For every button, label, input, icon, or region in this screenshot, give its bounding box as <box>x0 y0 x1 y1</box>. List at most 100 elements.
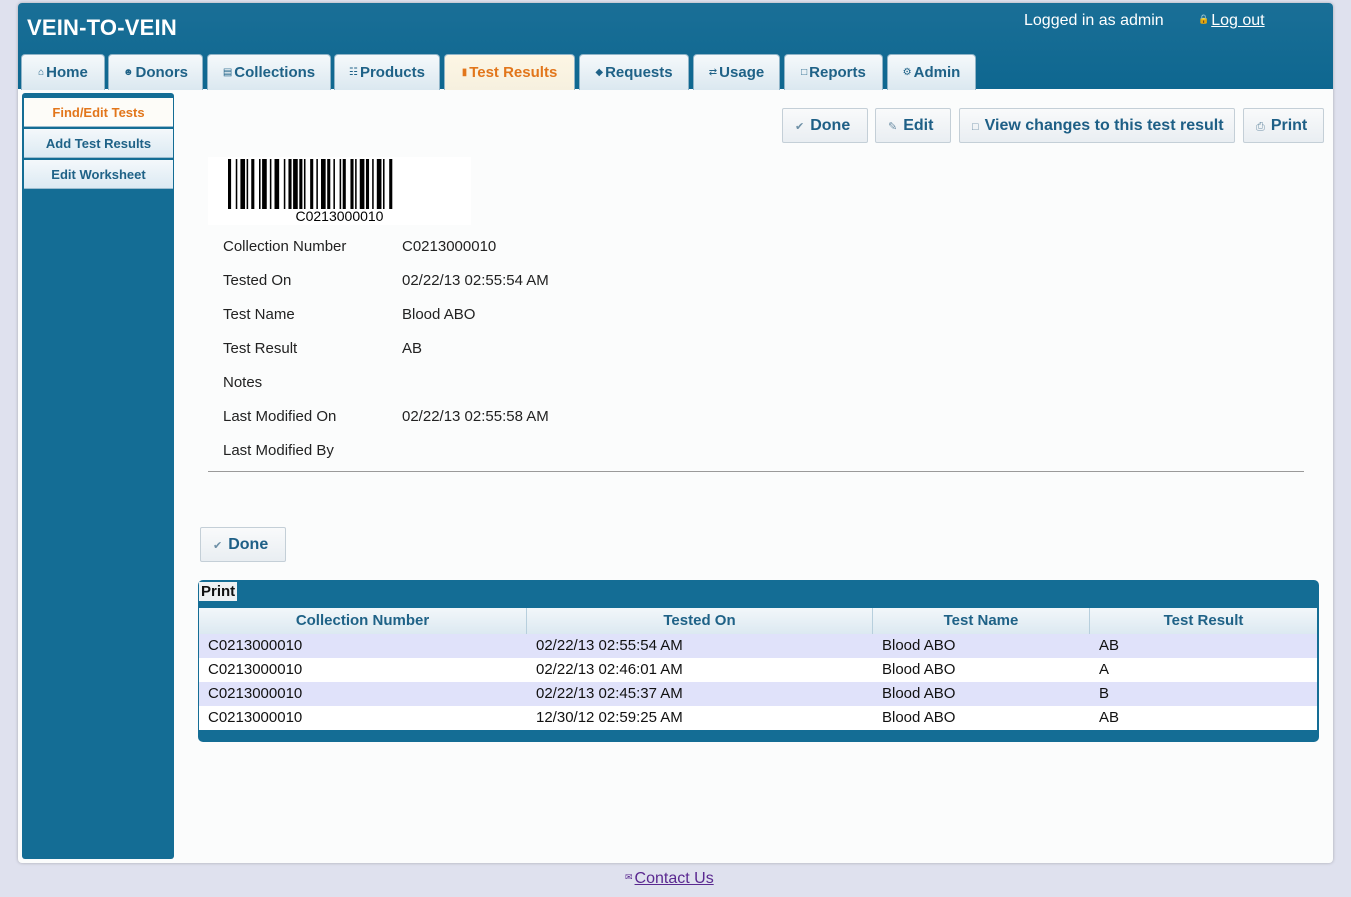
test-result-label: Test Result <box>223 340 298 357</box>
cell-tested-on: 02/22/13 02:46:01 AM <box>536 661 683 678</box>
cell-test-name: Blood ABO <box>882 637 956 654</box>
column-header-test-result[interactable]: Test Result <box>1090 608 1317 634</box>
gear-icon: ⚙ <box>902 67 912 78</box>
divider <box>208 471 1304 472</box>
cell-test-result: A <box>1099 661 1110 678</box>
sidebar: Find/Edit Tests Add Test Results Edit Wo… <box>22 93 174 859</box>
barcode-text: C0213000010 <box>295 208 384 224</box>
home-icon: ⌂ <box>38 67 45 78</box>
contact-us-link[interactable]: ✉ Contact Us <box>625 870 714 888</box>
lock-icon: 🔒 <box>1198 14 1210 24</box>
column-header-test-name[interactable]: Test Name <box>873 608 1090 634</box>
logout-link[interactable]: 🔒 Log out <box>1198 12 1265 30</box>
sidebar-item-find-edit-tests[interactable]: Find/Edit Tests <box>24 98 173 127</box>
tab-usage[interactable]: ⇄ Usage <box>693 54 780 90</box>
tab-collections[interactable]: ▤ Collections <box>207 54 331 90</box>
sidebar-item-edit-worksheet[interactable]: Edit Worksheet <box>24 160 173 189</box>
cell-test-name: Blood ABO <box>882 685 956 702</box>
table-print-button[interactable]: Print <box>199 582 238 601</box>
printer-icon: ⎙ <box>1256 121 1265 133</box>
tag-icon: ◆ <box>595 67 604 78</box>
logout-label[interactable]: Log out <box>1211 12 1264 29</box>
barcode: C0213000010 <box>208 157 471 225</box>
cell-test-name: Blood ABO <box>882 709 956 726</box>
tab-requests[interactable]: ◆ Requests <box>579 54 689 90</box>
done-button[interactable]: ✔ Done <box>782 108 868 143</box>
checkmark-icon: ✔ <box>213 540 223 552</box>
tab-products-label: Products <box>359 64 425 81</box>
tab-donors[interactable]: ☻ Donors <box>108 54 203 90</box>
cell-collection-number: C0213000010 <box>208 637 303 654</box>
test-name-value: Blood ABO <box>402 306 476 323</box>
tab-test-results-label: Test Results <box>469 64 558 81</box>
test-tube-icon: ▮ <box>461 67 468 78</box>
cell-test-result: B <box>1099 685 1110 702</box>
done-button-label: Done <box>810 117 851 134</box>
tab-donors-label: Donors <box>135 64 189 81</box>
checkmark-icon: ✔ <box>795 121 805 133</box>
cart-icon: ☷ <box>349 67 358 78</box>
tab-admin[interactable]: ⚙ Admin <box>887 54 976 90</box>
bottom-done-button[interactable]: ✔ Done <box>200 527 286 562</box>
test-result-value: AB <box>402 340 423 357</box>
envelope-icon: ✉ <box>625 872 633 882</box>
bottom-done-button-label: Done <box>228 536 269 553</box>
sidebar-item-label: Edit Worksheet <box>51 167 146 182</box>
tab-home[interactable]: ⌂ Home <box>21 54 105 90</box>
collection-number-value: C0213000010 <box>402 238 497 255</box>
view-changes-button-label: View changes to this test result <box>984 117 1224 134</box>
database-icon: ▤ <box>222 67 233 78</box>
tab-usage-label: Usage <box>719 64 765 81</box>
cell-collection-number: C0213000010 <box>208 709 303 726</box>
cell-test-result: AB <box>1099 709 1120 726</box>
print-button[interactable]: ⎙ Print <box>1243 108 1324 143</box>
tested-on-value: 02/22/13 02:55:54 AM <box>402 272 549 289</box>
last-modified-on-value: 02/22/13 02:55:58 AM <box>402 408 549 425</box>
last-modified-by-label: Last Modified By <box>223 442 334 459</box>
sidebar-item-add-test-results[interactable]: Add Test Results <box>24 129 173 158</box>
view-changes-button[interactable]: □ View changes to this test result <box>959 108 1235 143</box>
test-name-label: Test Name <box>223 306 295 323</box>
tab-products[interactable]: ☷ Products <box>334 54 440 90</box>
tab-admin-label: Admin <box>913 64 961 81</box>
tested-on-label: Tested On <box>223 272 292 289</box>
cell-collection-number: C0213000010 <box>208 685 303 702</box>
barcode-bars <box>228 159 393 209</box>
cell-tested-on: 02/22/13 02:55:54 AM <box>536 637 683 654</box>
results-table: Print Collection Number Tested On Test N… <box>198 580 1319 742</box>
contact-us-label[interactable]: Contact Us <box>635 870 714 887</box>
tab-requests-label: Requests <box>605 64 673 81</box>
sidebar-item-label: Add Test Results <box>45 136 152 151</box>
table-row[interactable]: C0213000010 02/22/13 02:45:37 AM Blood A… <box>199 682 1317 706</box>
cell-test-result: AB <box>1099 637 1120 654</box>
document-icon: □ <box>972 121 979 133</box>
collection-number-label: Collection Number <box>223 238 347 255</box>
table-row[interactable]: C0213000010 02/22/13 02:55:54 AM Blood A… <box>199 634 1317 658</box>
cell-tested-on: 12/30/12 02:59:25 AM <box>536 709 683 726</box>
tab-home-label: Home <box>46 64 88 81</box>
tab-reports[interactable]: □ Reports <box>784 54 883 90</box>
app-title: VEIN-TO-VEIN <box>27 15 177 40</box>
tab-reports-label: Reports <box>809 64 866 81</box>
tab-test-results[interactable]: ▮ Test Results <box>444 54 575 90</box>
pencil-icon: ✎ <box>888 121 898 133</box>
header-bar: VEIN-TO-VEIN Logged in as admin 🔒 Log out… <box>18 3 1333 90</box>
sidebar-item-label: Find/Edit Tests <box>52 105 145 120</box>
column-header-collection-number[interactable]: Collection Number <box>199 608 527 634</box>
edit-button[interactable]: ✎ Edit <box>875 108 951 143</box>
swap-arrows-icon: ⇄ <box>708 67 718 78</box>
tab-collections-label: Collections <box>234 64 316 81</box>
user-icon: ☻ <box>122 67 134 78</box>
column-header-tested-on[interactable]: Tested On <box>527 608 873 634</box>
notes-label: Notes <box>223 374 263 391</box>
table-row[interactable]: C0213000010 02/22/13 02:46:01 AM Blood A… <box>199 658 1317 682</box>
cell-test-name: Blood ABO <box>882 661 956 678</box>
cell-collection-number: C0213000010 <box>208 661 303 678</box>
cell-tested-on: 02/22/13 02:45:37 AM <box>536 685 683 702</box>
login-status: Logged in as admin <box>1024 12 1164 29</box>
edit-button-label: Edit <box>903 117 934 134</box>
print-button-label: Print <box>1270 117 1308 134</box>
table-row[interactable]: C0213000010 12/30/12 02:59:25 AM Blood A… <box>199 706 1317 730</box>
clipboard-icon: □ <box>801 67 808 78</box>
last-modified-on-label: Last Modified On <box>223 408 337 425</box>
